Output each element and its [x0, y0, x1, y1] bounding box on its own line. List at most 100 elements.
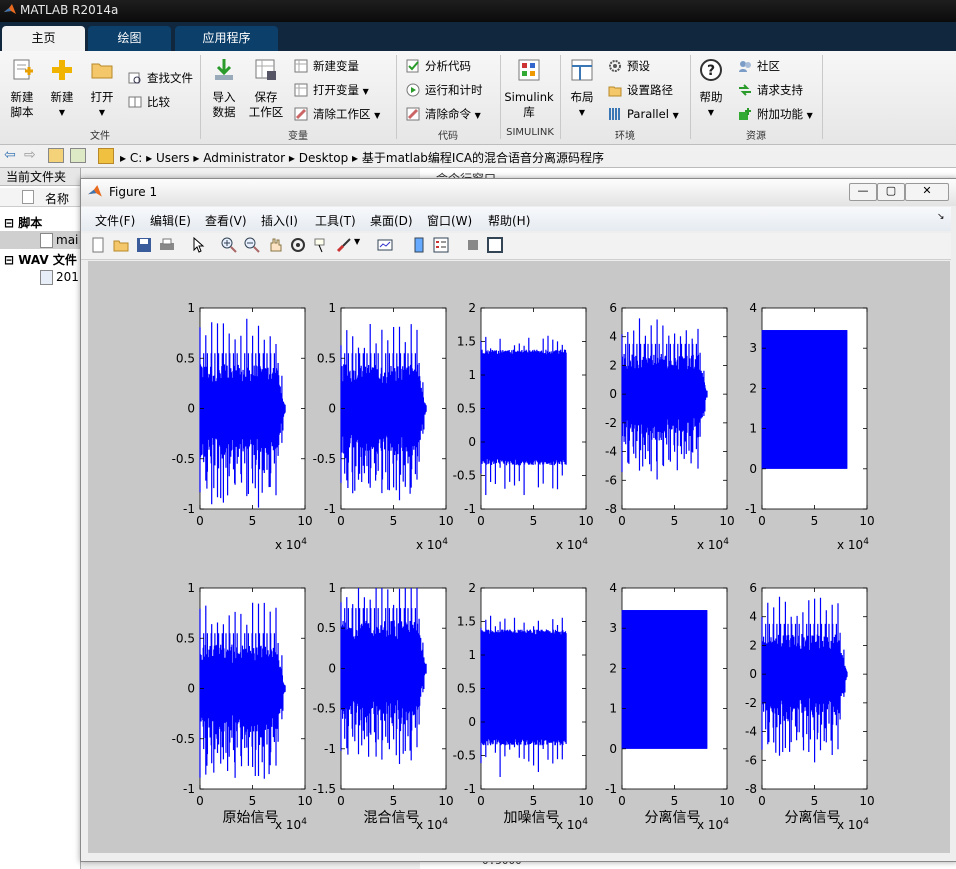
link-plot-icon[interactable]	[377, 237, 393, 253]
colorbar-icon[interactable]	[411, 237, 427, 253]
new-script-button[interactable]: 新建 脚本	[4, 57, 40, 120]
minimize-button[interactable]: —	[849, 183, 877, 201]
x-exponent-label: x 104	[837, 537, 869, 552]
brush-dropdown-icon[interactable]: ▼	[354, 237, 370, 253]
breadcrumb-item[interactable]: Desktop	[299, 151, 349, 165]
rotate-3d-icon[interactable]	[290, 237, 306, 253]
new-variable-button[interactable]: 新建变量	[294, 57, 359, 75]
tab-home[interactable]: 主页	[2, 26, 85, 51]
community-button[interactable]: 社区	[738, 57, 780, 75]
breadcrumb-item[interactable]: 基于matlab编程ICA的混合语音分离源码程序	[362, 151, 604, 165]
analyze-code-button[interactable]: 分析代码	[406, 57, 471, 75]
new-plus-icon	[52, 60, 72, 80]
y-tick-label: 0.5	[317, 351, 336, 365]
tab-plots[interactable]: 绘图	[88, 26, 171, 51]
group-header-wav[interactable]: ⊟ WAV 文件	[4, 251, 77, 268]
menu-view[interactable]: 查看(V)	[205, 212, 247, 229]
menu-tools[interactable]: 工具(T)	[315, 212, 356, 229]
addons-button[interactable]: 附加功能 ▼	[738, 105, 813, 123]
list-item-selected[interactable]: mai	[0, 231, 80, 249]
breadcrumb-item[interactable]: Users	[156, 151, 190, 165]
matlab-title-bar: MATLAB R2014a	[0, 0, 956, 22]
breadcrumb-item[interactable]: Administrator	[203, 151, 285, 165]
parallel-button[interactable]: Parallel ▼	[608, 105, 679, 123]
column-header[interactable]: 名称	[0, 188, 80, 207]
preferences-button[interactable]: 预设	[608, 57, 650, 75]
new-button[interactable]: 新建 ▼	[44, 57, 80, 120]
save-workspace-label: 保存 工作区	[248, 90, 284, 119]
group-label: 脚本	[18, 216, 43, 230]
simulink-library-button[interactable]: Simulink 库	[504, 57, 554, 120]
y-tick-label: -1	[464, 782, 476, 796]
dock-arrow-icon[interactable]: ↘	[937, 212, 945, 222]
set-path-button[interactable]: 设置路径	[608, 81, 673, 99]
figure-canvas[interactable]: -1 -0.5 0 0.5 1 0 5 10 x 104 -1 -0.5 0 0.5 1 0 5 10 x 104…	[88, 261, 950, 853]
menu-edit[interactable]: 编辑(E)	[150, 212, 191, 229]
tab-apps[interactable]: 应用程序	[175, 26, 278, 51]
hide-plot-tools-icon[interactable]	[465, 237, 481, 253]
pan-hand-icon[interactable]	[267, 237, 283, 253]
set-path-icon	[608, 86, 622, 97]
request-support-button[interactable]: 请求支持	[738, 81, 803, 99]
menu-help[interactable]: 帮助(H)	[488, 212, 530, 229]
show-plot-tools-icon[interactable]	[487, 237, 503, 253]
legend-icon[interactable]	[433, 237, 449, 253]
y-tick-label: 0	[468, 715, 476, 729]
import-data-button[interactable]: 导入 数据	[206, 57, 242, 120]
x-tick-label: 5	[671, 514, 679, 528]
collapse-icon: ⊟	[4, 253, 19, 267]
y-tick-label: 2	[749, 638, 757, 652]
zoom-out-icon[interactable]	[244, 237, 260, 253]
browse-folder-icon[interactable]	[70, 148, 86, 163]
clear-workspace-dropdown-icon: ▼	[374, 111, 381, 120]
save-workspace-button[interactable]: 保存 工作区	[246, 57, 286, 120]
open-button[interactable]: 打开 ▼	[84, 57, 120, 120]
open-folder-icon	[91, 63, 113, 79]
print-icon[interactable]	[159, 237, 175, 253]
back-arrow-icon[interactable]: ⇦	[4, 147, 16, 163]
y-tick-label: 0	[749, 667, 757, 681]
y-tick-label: 1	[187, 581, 195, 595]
list-item[interactable]: 201	[0, 268, 80, 286]
new-figure-icon[interactable]	[90, 237, 106, 253]
group-header-scripts[interactable]: ⊟ 脚本	[4, 214, 42, 231]
x-axis-label: 加噪信号	[504, 810, 560, 826]
open-variable-button[interactable]: 打开变量 ▼	[294, 81, 369, 99]
run-and-time-button[interactable]: 运行和计时	[406, 81, 483, 99]
pointer-icon[interactable]	[191, 237, 207, 253]
parallel-icon	[609, 108, 620, 120]
clear-workspace-button[interactable]: 清除工作区 ▼	[294, 105, 380, 123]
file-type-icon	[22, 190, 34, 204]
x-tick-label: 0	[477, 794, 485, 808]
menu-desktop[interactable]: 桌面(D)	[370, 212, 413, 229]
x-tick-label: 0	[758, 514, 766, 528]
up-folder-icon[interactable]	[48, 148, 64, 163]
compare-button[interactable]: 比较	[128, 93, 170, 111]
data-cursor-icon[interactable]	[313, 237, 329, 253]
open-file-icon[interactable]	[113, 237, 129, 253]
menu-insert[interactable]: 插入(I)	[261, 212, 298, 229]
script-file-icon	[40, 233, 53, 248]
breadcrumb-item[interactable]: C:	[130, 151, 142, 165]
save-icon[interactable]	[136, 237, 152, 253]
clear-commands-button[interactable]: 清除命令 ▼	[406, 105, 481, 123]
layout-button[interactable]: 布局 ▼	[564, 57, 600, 120]
y-tick-label: 0.5	[457, 682, 476, 696]
menu-file[interactable]: 文件(F)	[95, 212, 135, 229]
group-label-code: 代码	[438, 131, 458, 142]
close-button[interactable]: ✕	[905, 183, 949, 201]
find-files-button[interactable]: 查找文件	[128, 69, 193, 87]
figure-title-bar[interactable]: Figure 1 — ▢ ✕	[81, 179, 956, 206]
brush-icon[interactable]	[336, 237, 352, 253]
y-tick-label: 3	[749, 341, 757, 355]
breadcrumb-separator: ▸	[193, 151, 204, 165]
y-tick-label: 0	[749, 462, 757, 476]
forward-arrow-icon[interactable]: ⇨	[24, 147, 36, 163]
maximize-button[interactable]: ▢	[877, 183, 905, 201]
help-button[interactable]: ? 帮助 ▼	[694, 57, 728, 120]
menu-window[interactable]: 窗口(W)	[427, 212, 472, 229]
y-tick-label: 0	[187, 402, 195, 416]
list-item-label: 201	[56, 270, 79, 284]
zoom-in-icon[interactable]	[221, 237, 237, 253]
y-tick-label: -1	[183, 502, 195, 516]
